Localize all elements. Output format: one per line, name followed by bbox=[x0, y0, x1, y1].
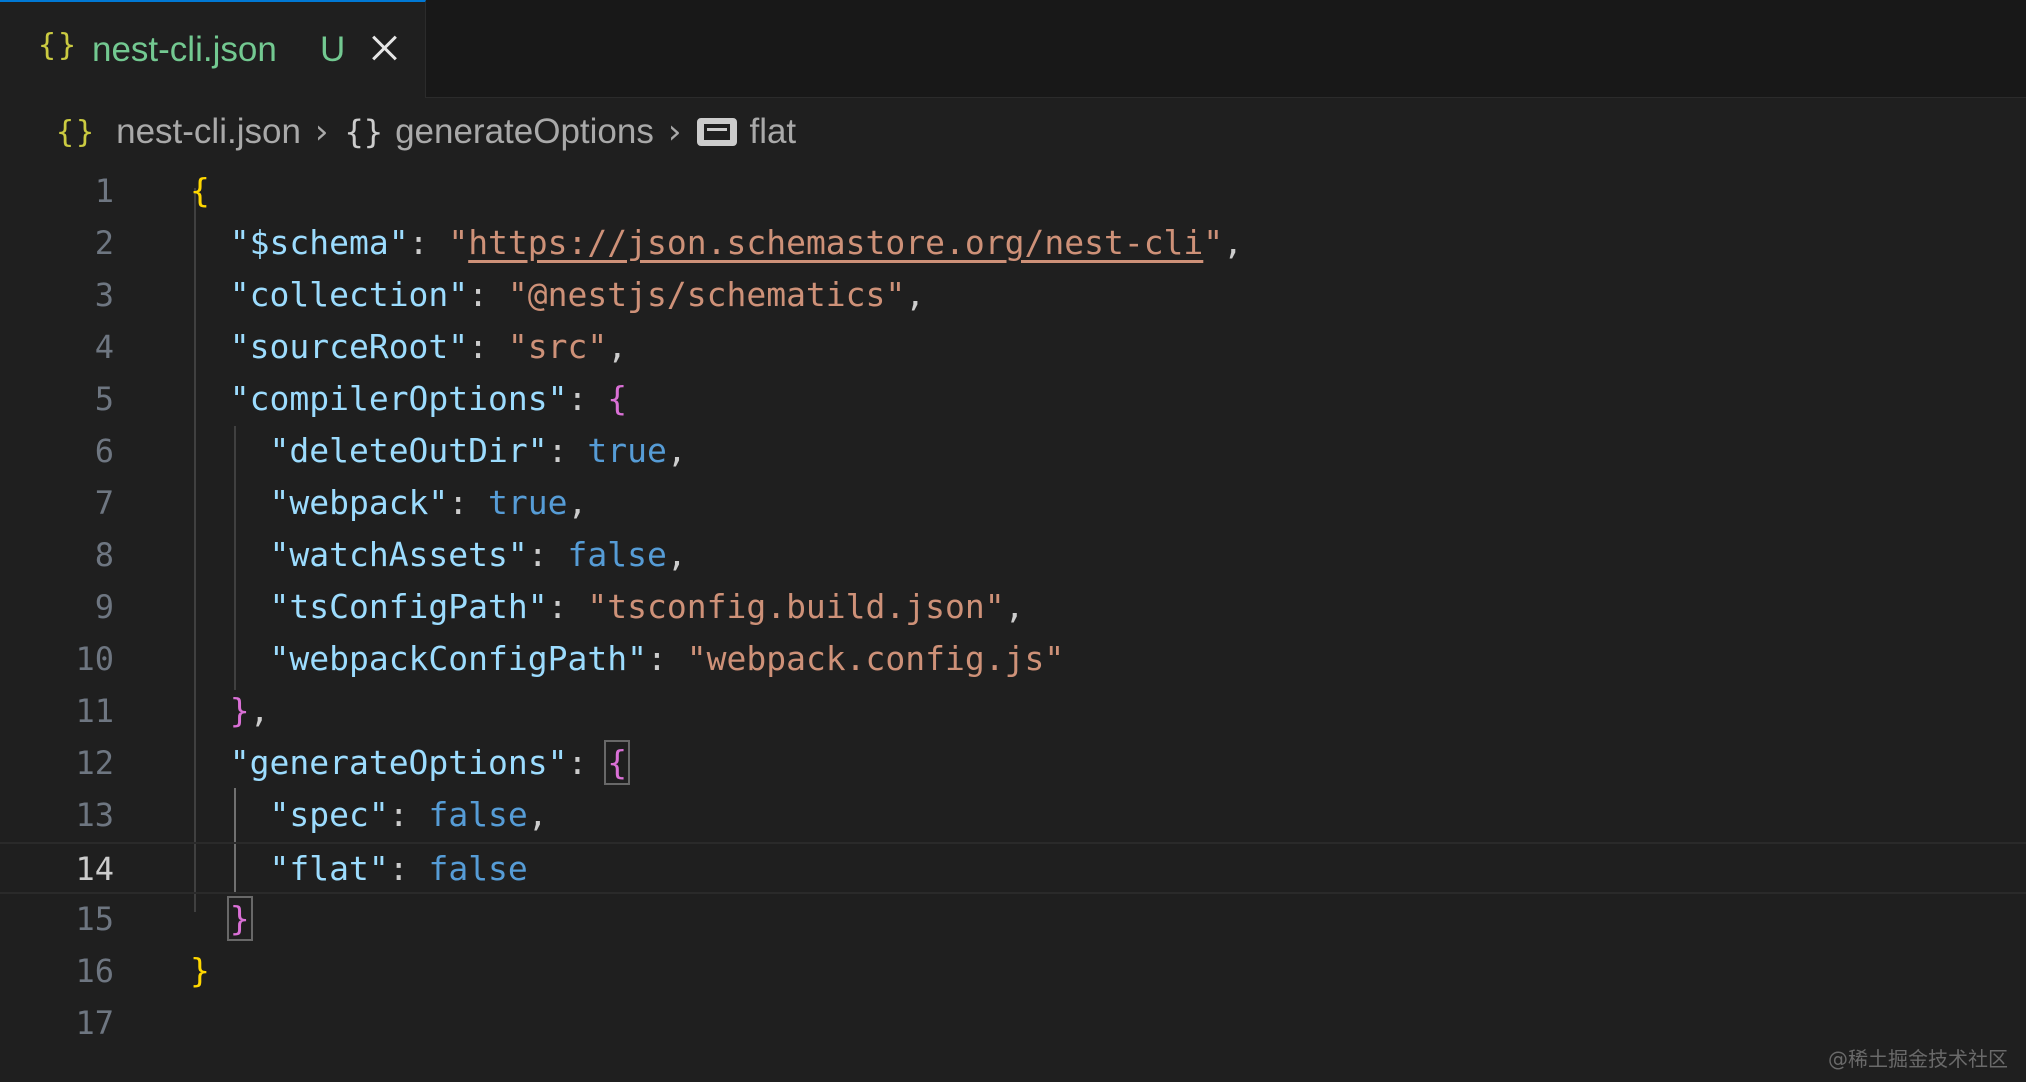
line-number: 10 bbox=[75, 640, 114, 678]
bracket-match-open: { bbox=[604, 740, 631, 785]
code-line: 13 "spec": false, bbox=[0, 790, 2026, 842]
code-text: "generateOptions": { bbox=[229, 740, 631, 785]
code-line: 16 } bbox=[0, 946, 2026, 998]
line-number: 5 bbox=[94, 380, 114, 418]
code-text: "flat": false bbox=[269, 849, 528, 888]
breadcrumb-item-object[interactable]: generateOptions bbox=[395, 112, 654, 152]
code-text: "spec": false, bbox=[269, 795, 548, 834]
breadcrumb-item-property[interactable]: flat bbox=[749, 112, 796, 152]
code-text: "watchAssets": false, bbox=[269, 535, 687, 574]
code-text: }, bbox=[229, 691, 270, 730]
object-icon: {} bbox=[344, 113, 384, 151]
tab-nest-cli-json[interactable]: {} nest-cli.json U bbox=[0, 0, 426, 98]
code-line: 4 "sourceRoot": "src", bbox=[0, 322, 2026, 374]
line-number: 17 bbox=[75, 1004, 114, 1042]
editor-tab-bar: {} nest-cli.json U bbox=[0, 0, 2026, 98]
boolean-property-icon bbox=[697, 118, 738, 146]
chevron-right-icon: › bbox=[667, 112, 682, 152]
code-line: 17 bbox=[0, 998, 2026, 1050]
code-line: 3 "collection": "@nestjs/schematics", bbox=[0, 270, 2026, 322]
code-text: "collection": "@nestjs/schematics", bbox=[229, 275, 926, 314]
line-number: 6 bbox=[94, 432, 114, 470]
code-text: { bbox=[190, 171, 210, 210]
watermark: @稀土掘金技术社区 bbox=[1828, 1047, 2008, 1071]
line-number: 2 bbox=[94, 224, 114, 262]
line-number: 11 bbox=[75, 692, 114, 730]
code-text: "tsConfigPath": "tsconfig.build.json", bbox=[269, 587, 1025, 626]
tab-label: nest-cli.json bbox=[92, 30, 277, 69]
line-number: 9 bbox=[94, 588, 114, 626]
code-line: 7 "webpack": true, bbox=[0, 478, 2026, 530]
line-number: 7 bbox=[94, 484, 114, 522]
code-line: 1 { bbox=[0, 166, 2026, 218]
close-icon[interactable] bbox=[370, 32, 400, 62]
code-text: } bbox=[190, 896, 253, 941]
json-file-icon: {} bbox=[56, 114, 97, 150]
line-number: 14 bbox=[75, 850, 114, 888]
git-status-badge: U bbox=[320, 30, 346, 69]
line-number: 8 bbox=[94, 536, 114, 574]
line-number: 3 bbox=[94, 276, 114, 314]
code-text: "sourceRoot": "src", bbox=[229, 327, 628, 366]
code-line: 9 "tsConfigPath": "tsconfig.build.json", bbox=[0, 582, 2026, 634]
code-line: 10 "webpackConfigPath": "webpack.config.… bbox=[0, 634, 2026, 686]
code-line: 15 } bbox=[0, 894, 2026, 946]
code-editor[interactable]: 1 { 2 "$schema": "https://json.schemasto… bbox=[0, 166, 2026, 1046]
code-text: "webpackConfigPath": "webpack.config.js" bbox=[269, 639, 1065, 678]
code-text: "webpack": true, bbox=[269, 483, 588, 522]
line-number: 15 bbox=[75, 900, 114, 938]
code-line-current: 14 "flat": false bbox=[0, 842, 2026, 894]
line-number: 1 bbox=[94, 172, 114, 210]
breadcrumb: {} nest-cli.json › {} generateOptions › … bbox=[56, 108, 796, 156]
line-number: 16 bbox=[75, 952, 114, 990]
line-number: 13 bbox=[75, 796, 114, 834]
code-text: "compilerOptions": { bbox=[229, 379, 628, 418]
chevron-right-icon: › bbox=[314, 112, 329, 152]
code-line: 12 "generateOptions": { bbox=[0, 738, 2026, 790]
code-line: 2 "$schema": "https://json.schemastore.o… bbox=[0, 218, 2026, 270]
line-number: 4 bbox=[94, 328, 114, 366]
line-number: 12 bbox=[75, 744, 114, 782]
code-line: 11 }, bbox=[0, 686, 2026, 738]
code-line: 8 "watchAssets": false, bbox=[0, 530, 2026, 582]
json-file-icon: {} bbox=[38, 28, 79, 63]
bracket-match-close: } bbox=[226, 896, 253, 941]
code-text: } bbox=[190, 951, 210, 990]
code-line: 5 "compilerOptions": { bbox=[0, 374, 2026, 426]
code-text: "deleteOutDir": true, bbox=[269, 431, 687, 470]
breadcrumb-item-file[interactable]: nest-cli.json bbox=[116, 112, 301, 152]
code-line: 6 "deleteOutDir": true, bbox=[0, 426, 2026, 478]
schema-url-link[interactable]: https://json.schemastore.org/nest-cli bbox=[468, 223, 1203, 262]
code-text: "$schema": "https://json.schemastore.org… bbox=[229, 223, 1244, 262]
